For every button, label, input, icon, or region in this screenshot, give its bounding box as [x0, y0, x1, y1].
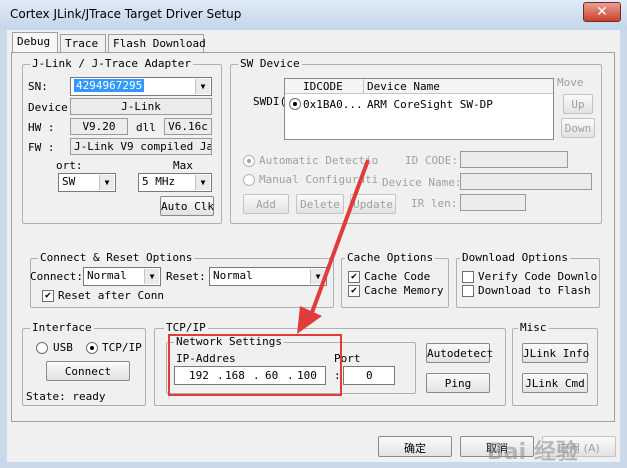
id-code-input[interactable] — [460, 151, 568, 168]
verify-code-label: Verify Code Downlo — [478, 270, 598, 283]
sw-device-table[interactable]: IDCODE Device Name 0x1BA0... ARM CoreSig… — [284, 78, 554, 140]
connect-label: Connect: — [30, 270, 83, 283]
add-button[interactable]: Add — [243, 194, 289, 214]
watermark-logo: Bai 经验 — [487, 440, 578, 465]
reset-label: Reset: — [166, 270, 206, 283]
port-value: 0 — [366, 369, 373, 382]
move-up-button[interactable]: Up — [563, 94, 593, 114]
connect-button[interactable]: Connect — [46, 361, 130, 381]
table-row[interactable]: 0x1BA0... ARM CoreSight SW-DP — [285, 96, 553, 112]
cache-options-group — [341, 258, 449, 308]
cache-memory-checkbox[interactable]: ✔ — [348, 285, 360, 297]
device-name-input[interactable] — [460, 173, 592, 190]
auto-clk-button[interactable]: Auto Clk — [160, 196, 214, 216]
port-value: SW — [62, 175, 76, 188]
misc-group — [512, 328, 598, 406]
manual-config-radio[interactable] — [243, 174, 255, 186]
jlink-adapter-title: J-Link / J-Trace Adapter — [30, 57, 193, 70]
chevron-down-icon: ▼ — [195, 175, 210, 190]
device-field: J-Link — [70, 98, 212, 115]
cache-memory-label: Cache Memory — [364, 284, 444, 297]
download-options-title: Download Options — [460, 251, 570, 264]
row-device-name: ARM CoreSight SW-DP — [367, 98, 493, 111]
reset-after-connect-label: Reset after Conn — [58, 289, 164, 302]
chevron-down-icon: ▼ — [99, 175, 114, 190]
update-button[interactable]: Update — [350, 194, 396, 214]
download-to-flash-label: Download to Flash — [478, 284, 591, 297]
id-code-label: ID CODE: — [405, 154, 458, 167]
max-clock-value: 5 MHz — [142, 175, 176, 188]
tab-flash-download[interactable]: Flash Download — [108, 34, 206, 52]
cache-options-title: Cache Options — [345, 251, 436, 264]
ir-len-input[interactable] — [460, 194, 526, 211]
reset-value: Normal — [213, 269, 253, 282]
close-button[interactable]: ✕ — [583, 2, 621, 22]
manual-config-label: Manual Configurati — [259, 173, 379, 186]
ping-button[interactable]: Ping — [426, 373, 490, 393]
row-idcode: 0x1BA0... — [303, 98, 363, 111]
dll-field: V6.16c — [164, 118, 212, 135]
row-select-radio[interactable] — [289, 98, 301, 110]
connect-reset-title: Connect & Reset Options — [38, 251, 195, 264]
auto-detect-label: Automatic Detectio — [259, 154, 379, 167]
ir-len-label: IR len: — [411, 197, 458, 210]
misc-title: Misc — [518, 321, 549, 334]
tab-trace[interactable]: Trace — [60, 34, 106, 52]
title-bar: Cortex JLink/JTrace Target Driver Setup … — [0, 0, 627, 30]
connect-select[interactable]: Normal ▼ — [83, 267, 161, 286]
sn-value: 4294967295 — [74, 79, 145, 92]
sn-label: SN: — [28, 80, 48, 93]
delete-button[interactable]: Delete — [296, 194, 344, 214]
tab-debug[interactable]: Debug — [12, 32, 58, 53]
tcpip-radio[interactable] — [86, 342, 98, 354]
jlink-info-button[interactable]: JLink Info — [522, 343, 589, 363]
usb-radio[interactable] — [36, 342, 48, 354]
reset-select[interactable]: Normal ▼ — [209, 267, 327, 286]
sw-device-title: SW Device — [238, 57, 302, 70]
hw-field: V9.20 — [70, 118, 128, 135]
highlight-box — [168, 334, 342, 396]
tcpip-title: TCP/IP — [164, 321, 208, 334]
max-clock-select[interactable]: 5 MHz ▼ — [138, 173, 212, 192]
window-title: Cortex JLink/JTrace Target Driver Setup — [10, 7, 242, 21]
cache-code-checkbox[interactable]: ✔ — [348, 271, 360, 283]
reset-after-connect-checkbox[interactable]: ✔ — [42, 290, 54, 302]
swdi-label: SWDI( — [253, 95, 287, 108]
col-device-name: Device Name — [367, 80, 440, 93]
hw-label: HW : — [28, 121, 55, 134]
dll-label: dll — [136, 121, 156, 134]
verify-code-checkbox[interactable] — [462, 271, 474, 283]
column-divider — [363, 79, 364, 94]
device-label: Device: — [28, 101, 75, 114]
tcpip-label: TCP/IP — [102, 341, 142, 354]
fw-label: FW : — [28, 141, 55, 154]
port-input[interactable]: 0 — [343, 366, 395, 385]
sn-select[interactable]: 4294967295 ▼ — [70, 77, 212, 96]
interface-title: Interface — [30, 321, 94, 334]
col-idcode: IDCODE — [303, 80, 343, 93]
download-options-group — [456, 258, 600, 308]
connect-value: Normal — [87, 269, 127, 282]
ok-button[interactable]: 确定 — [378, 436, 452, 457]
interface-state: State: ready — [26, 390, 106, 403]
chevron-down-icon: ▼ — [144, 269, 159, 284]
autodetect-button[interactable]: Autodetect — [426, 343, 493, 363]
move-down-button[interactable]: Down — [561, 118, 595, 138]
table-header: IDCODE Device Name — [285, 79, 553, 94]
max-label: Max — [173, 159, 193, 172]
usb-label: USB — [53, 341, 73, 354]
move-label: Move — [557, 76, 584, 89]
download-to-flash-checkbox[interactable] — [462, 285, 474, 297]
auto-detect-radio[interactable] — [243, 155, 255, 167]
port-label: ort: — [56, 159, 83, 172]
cache-code-label: Cache Code — [364, 270, 431, 283]
port-select[interactable]: SW ▼ — [58, 173, 116, 192]
device-name-label: Device Name: — [382, 176, 462, 189]
jlink-cmd-button[interactable]: JLink Cmd — [522, 373, 588, 393]
chevron-down-icon: ▼ — [195, 79, 210, 94]
chevron-down-icon: ▼ — [310, 269, 325, 284]
fw-field: J-Link V9 compiled Jan : — [70, 138, 212, 155]
